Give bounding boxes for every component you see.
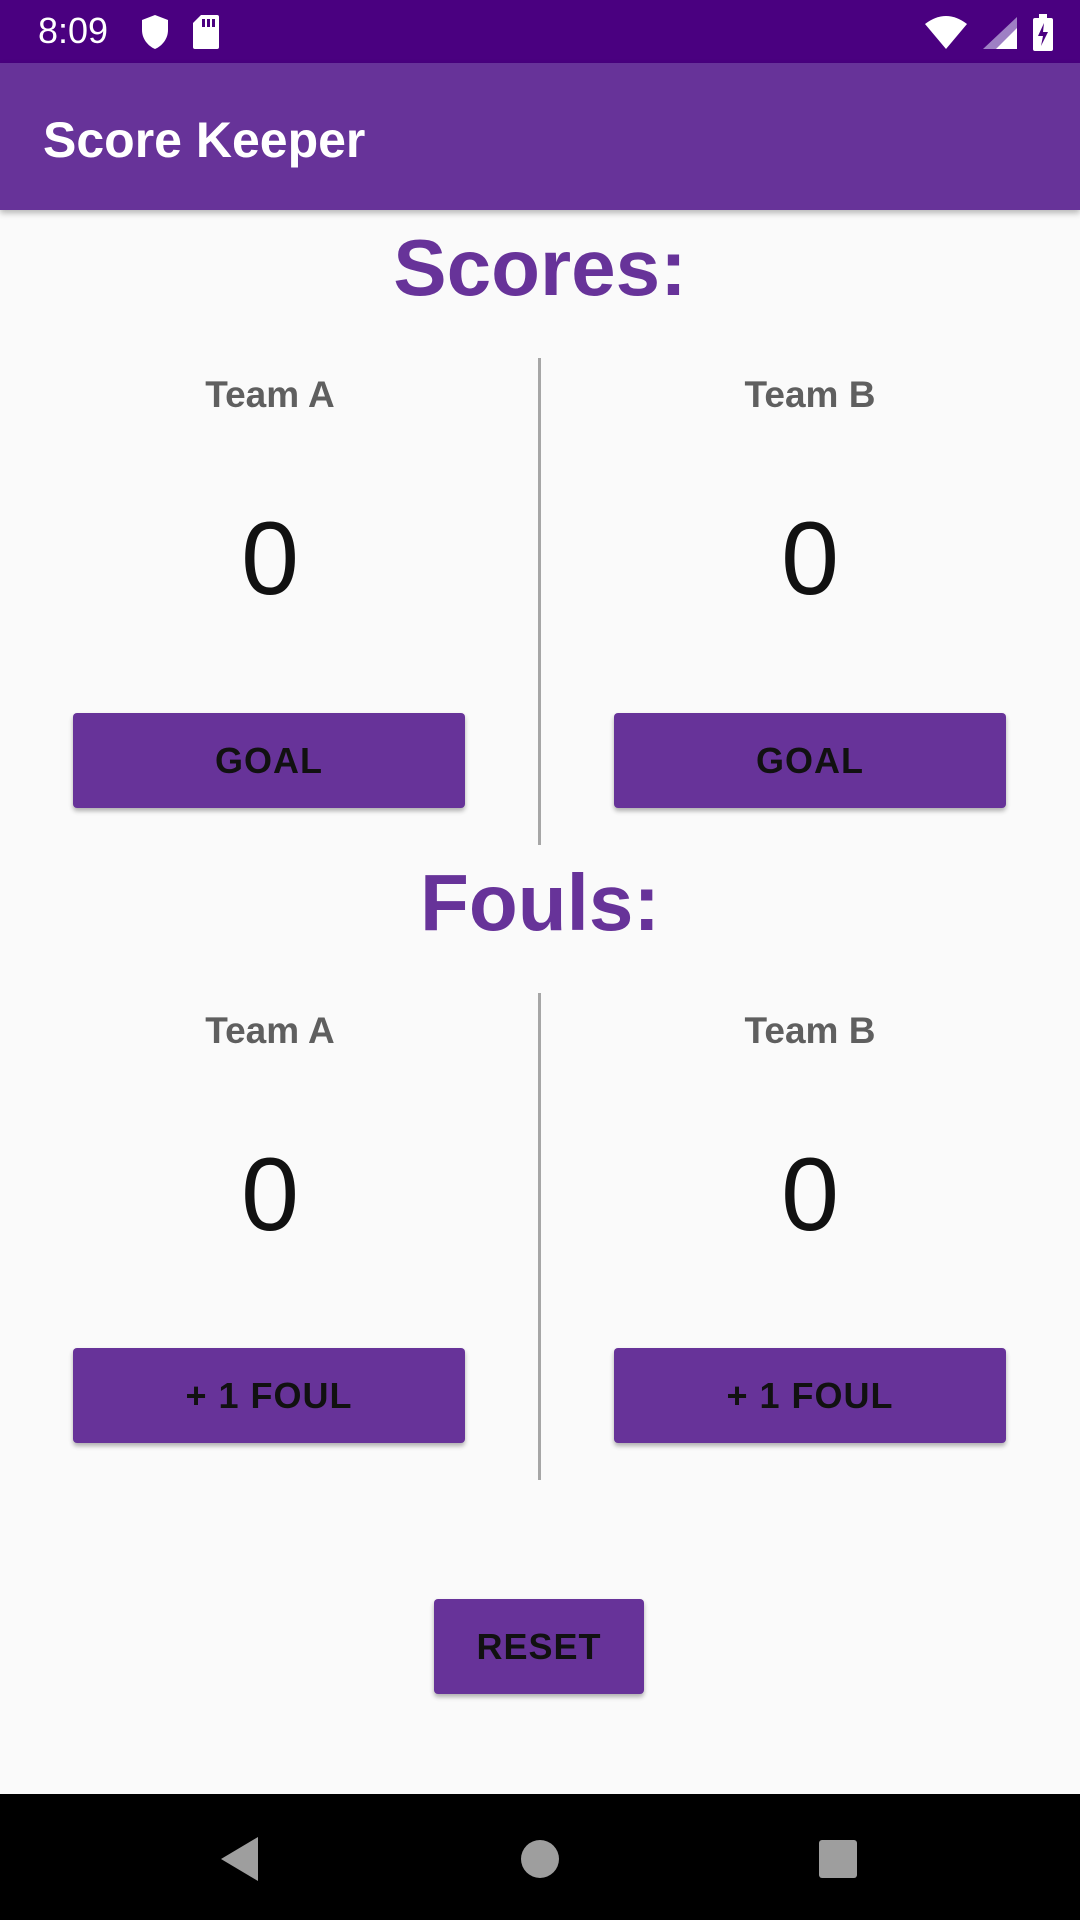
team-b-goal-button[interactable]: GOAL bbox=[614, 713, 1006, 808]
team-b-foul-label: Team B bbox=[744, 1010, 876, 1051]
app-bar: Score Keeper bbox=[0, 63, 1080, 210]
scores-heading: Scores: bbox=[393, 223, 687, 312]
status-left-icons bbox=[140, 14, 220, 55]
recents-icon[interactable] bbox=[803, 1824, 873, 1894]
wifi-icon bbox=[924, 16, 968, 55]
team-a-goal-button[interactable]: GOAL bbox=[73, 713, 465, 808]
reset-button[interactable]: RESET bbox=[434, 1599, 644, 1694]
team-b-foul-button[interactable]: + 1 FOUL bbox=[614, 1348, 1006, 1443]
status-right-icons bbox=[924, 14, 1054, 57]
team-b-score-value: 0 bbox=[781, 501, 839, 617]
nav-bar bbox=[0, 1794, 1080, 1920]
fouls-heading: Fouls: bbox=[420, 858, 660, 947]
team-a-score-value: 0 bbox=[241, 501, 299, 617]
back-icon[interactable] bbox=[205, 1824, 275, 1894]
shield-icon bbox=[140, 14, 170, 55]
status-time: 8:09 bbox=[38, 10, 109, 51]
team-b-score-label: Team B bbox=[744, 374, 876, 415]
app-title: Score Keeper bbox=[43, 112, 366, 168]
sd-card-icon bbox=[192, 14, 220, 55]
team-a-foul-value: 0 bbox=[241, 1137, 299, 1253]
team-a-score-label: Team A bbox=[205, 374, 335, 415]
team-a-foul-label: Team A bbox=[205, 1010, 335, 1051]
team-a-foul-button[interactable]: + 1 FOUL bbox=[73, 1348, 465, 1443]
battery-charging-icon bbox=[1032, 14, 1054, 57]
status-bar: 8:09 bbox=[0, 0, 1080, 63]
team-b-foul-value: 0 bbox=[781, 1137, 839, 1253]
signal-icon bbox=[982, 16, 1018, 55]
home-icon[interactable] bbox=[505, 1824, 575, 1894]
